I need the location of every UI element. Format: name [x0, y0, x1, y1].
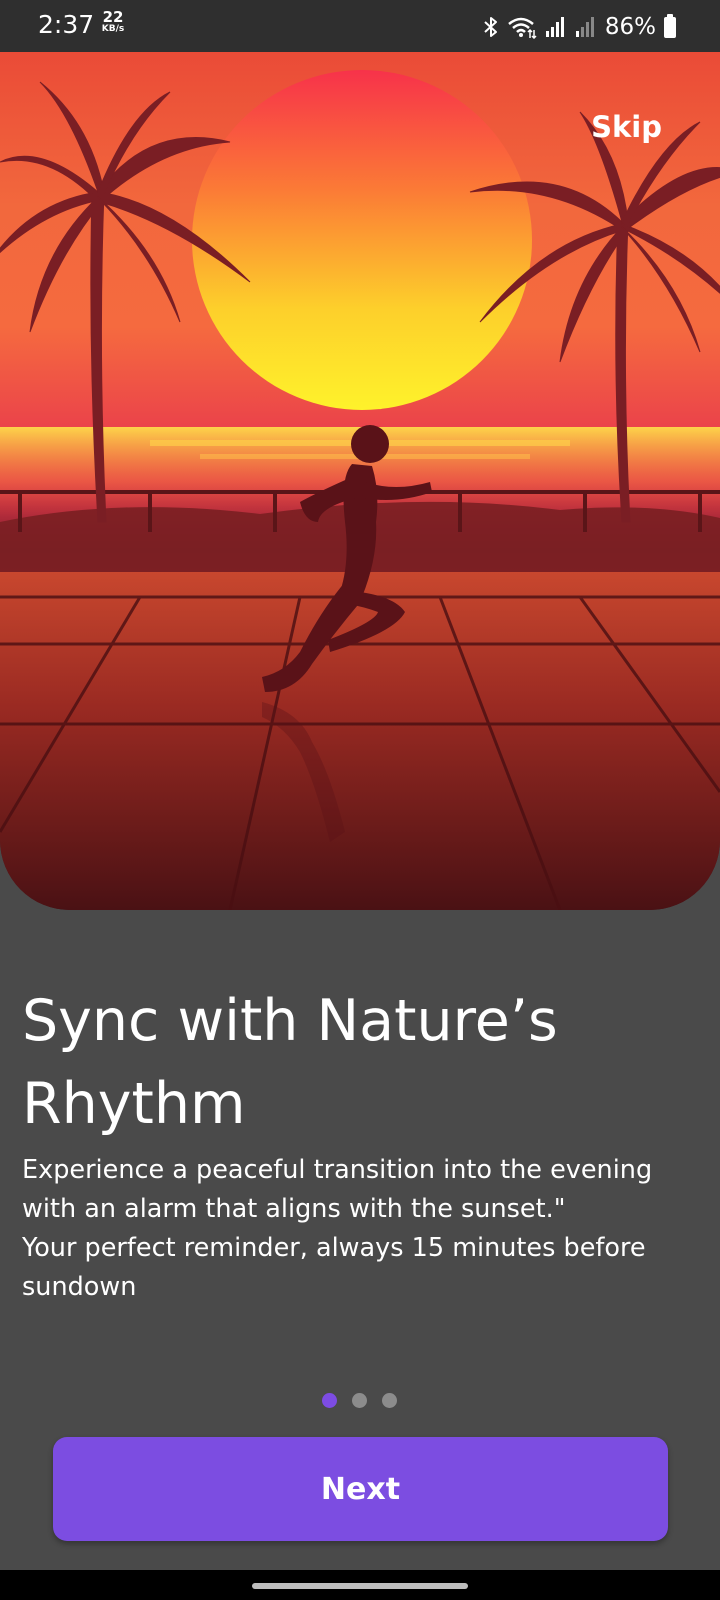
onboarding-screen: 2:37 22 KB/s 86% Skip Sync with Nature’s… — [0, 0, 720, 1600]
skip-button[interactable]: Skip — [591, 110, 662, 144]
hero-illustration: Skip — [0, 52, 720, 910]
sunset-runner-illustration — [0, 70, 720, 910]
description-line: with an alarm that aligns with the sunse… — [22, 1194, 566, 1224]
navigation-bar — [0, 1570, 720, 1600]
page-dot[interactable] — [352, 1393, 367, 1408]
description-line: Experience a peaceful transition into th… — [22, 1155, 653, 1185]
status-bar: 2:37 22 KB/s 86% — [0, 0, 720, 52]
description-line: Your perfect reminder, always 15 minutes… — [22, 1233, 646, 1263]
next-button[interactable]: Next — [53, 1437, 668, 1541]
battery-percent: 86% — [604, 14, 656, 40]
page-dot-active[interactable] — [322, 1393, 337, 1408]
bluetooth-icon — [484, 17, 497, 37]
wifi-icon — [508, 17, 537, 39]
page-indicator — [322, 1393, 397, 1408]
floor — [0, 572, 720, 910]
sun — [192, 70, 532, 410]
status-time: 2:37 — [38, 10, 95, 39]
page-dot[interactable] — [382, 1393, 397, 1408]
battery-icon — [664, 13, 676, 38]
signal-icon — [545, 17, 564, 37]
home-gesture-bar[interactable] — [252, 1583, 468, 1589]
status-icons: 86% — [483, 12, 676, 42]
onboarding-description: Experience a peaceful transition into th… — [22, 1151, 702, 1307]
signal-icon — [575, 17, 594, 37]
onboarding-title: Sync with Nature’s Rhythm — [22, 988, 558, 1137]
network-speed-value: 22 — [102, 8, 124, 26]
description-line: sundown — [22, 1272, 137, 1302]
network-speed-unit: KB/s — [101, 24, 125, 34]
network-speed: 22 KB/s — [98, 10, 128, 34]
